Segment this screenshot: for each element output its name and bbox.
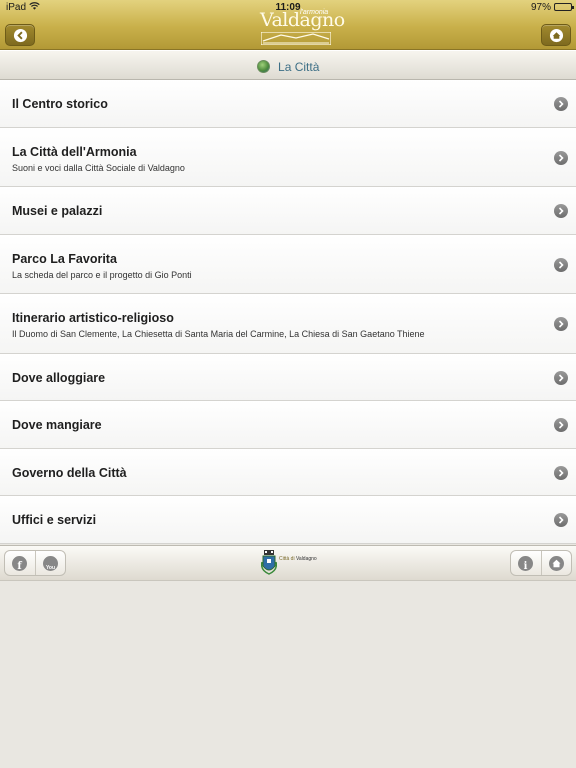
crest-label: Città di Valdagno xyxy=(279,556,317,562)
home-button[interactable] xyxy=(541,24,571,46)
list-item-subtitle: Il Duomo di San Clemente, La Chiesetta d… xyxy=(12,329,425,339)
list-item-subtitle: La scheda del parco e il progetto di Gio… xyxy=(12,269,192,280)
divider xyxy=(541,551,542,575)
chevron-right-icon xyxy=(554,317,568,331)
list-item-title: Dove mangiare xyxy=(12,418,102,432)
menu-list: Il Centro storico La Città dell'Armonia … xyxy=(0,80,576,544)
logo-tagline: l'armonia xyxy=(300,9,329,16)
chevron-right-icon xyxy=(554,418,568,432)
chevron-right-icon xyxy=(554,97,568,111)
list-item-title: Il Centro storico xyxy=(12,97,108,111)
list-item-citta-armonia[interactable]: La Città dell'Armonia Suoni e voci dalla… xyxy=(0,127,576,187)
list-item-title: Itinerario artistico-religioso xyxy=(12,311,174,325)
list-item-title: Parco La Favorita xyxy=(12,251,117,266)
chevron-right-icon xyxy=(554,513,568,527)
facebook-button[interactable]: f xyxy=(12,556,27,572)
app-header: iPad 11:09 97% Valdagno l'armonia xyxy=(0,0,576,50)
facebook-icon: f xyxy=(17,561,22,572)
city-crest-icon xyxy=(261,550,277,575)
chevron-right-icon xyxy=(554,204,568,218)
list-item-governo[interactable]: Governo della Città xyxy=(0,448,576,496)
footer-toolbar: f You Città di Valdagno i xyxy=(0,545,576,581)
list-item-subtitle: Suoni e voci dalla Città Sociale di Vald… xyxy=(12,162,185,173)
section-title: La Città xyxy=(278,60,320,74)
list-item-parco-favorita[interactable]: Parco La Favorita La scheda del parco e … xyxy=(0,234,576,294)
footer-home-button[interactable] xyxy=(549,556,564,571)
list-item-title: Uffici e servizi xyxy=(12,513,97,527)
list-item-dove-alloggiare[interactable]: Dove alloggiare xyxy=(0,353,576,401)
chevron-left-icon xyxy=(13,28,28,43)
logo-graphic-icon xyxy=(261,32,331,45)
crest-prefix: Città di xyxy=(279,556,295,562)
list-item-title: Governo della Città xyxy=(12,465,127,480)
crest-name: Valdagno xyxy=(295,556,317,562)
back-button[interactable] xyxy=(5,24,35,46)
social-button-group: f You xyxy=(4,550,66,576)
youtube-button[interactable]: You xyxy=(43,556,58,571)
list-item-title: Musei e palazzi xyxy=(12,204,103,218)
list-item-musei-palazzi[interactable]: Musei e palazzi xyxy=(0,187,576,235)
list-item-uffici-servizi[interactable]: Uffici e servizi xyxy=(0,496,576,544)
battery-percent: 97% xyxy=(530,2,551,13)
list-item-dove-mangiare[interactable]: Dove mangiare xyxy=(0,401,576,449)
youtube-icon: You xyxy=(45,565,56,571)
home-icon xyxy=(549,28,564,43)
chevron-right-icon xyxy=(554,370,568,385)
info-home-button-group: i xyxy=(510,550,572,576)
list-item-title: La Città dell'Armonia xyxy=(12,144,137,159)
info-button[interactable]: i xyxy=(518,556,533,572)
section-header: La Città xyxy=(0,50,576,80)
list-item-itinerario[interactable]: Itinerario artistico-religioso Il Duomo … xyxy=(0,294,576,354)
valdagno-logo: Valdagno l'armonia xyxy=(258,8,345,46)
home-icon xyxy=(552,559,561,568)
chevron-right-icon xyxy=(554,150,568,165)
info-icon: i xyxy=(523,561,528,572)
chevron-right-icon xyxy=(554,465,568,480)
chevron-right-icon xyxy=(554,257,568,272)
divider xyxy=(35,551,36,575)
list-item-title: Dove alloggiare xyxy=(12,370,106,385)
list-item-centro-storico[interactable]: Il Centro storico xyxy=(0,80,576,128)
globe-icon xyxy=(256,60,270,73)
battery-icon xyxy=(554,3,574,11)
